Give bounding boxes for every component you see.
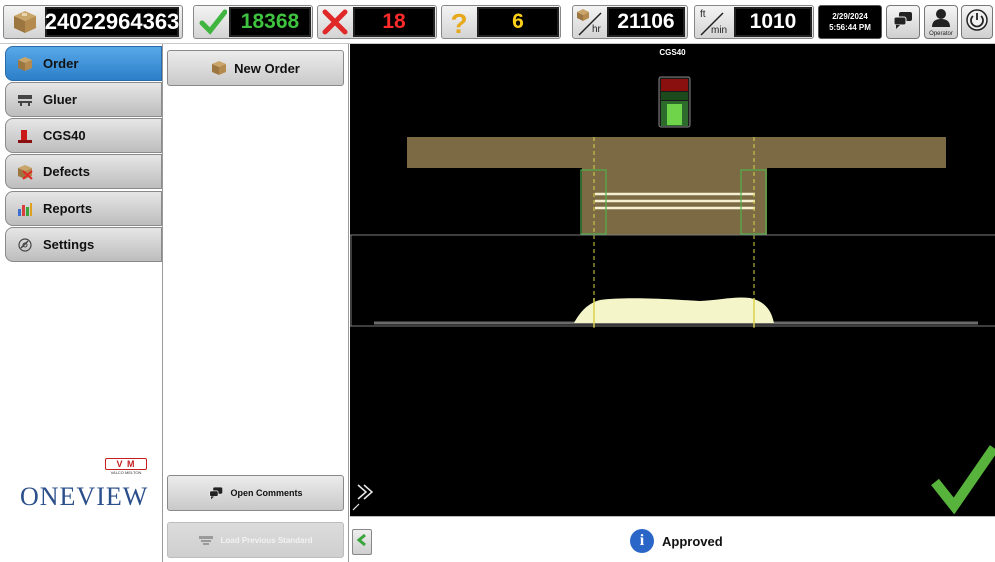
sidebar: Order Gluer CGS40 Defects Reports Settin… — [0, 44, 163, 562]
sidebar-item-gluer[interactable]: Gluer — [5, 82, 162, 117]
operator-button[interactable]: Operator — [924, 5, 958, 39]
sidebar-item-label: Defects — [43, 164, 90, 179]
comments-icon — [892, 10, 914, 35]
sidebar-item-reports[interactable]: Reports — [5, 191, 162, 226]
oneview-text: ONEVIEW — [20, 482, 149, 511]
power-button[interactable] — [961, 5, 993, 39]
sidebar-item-label: Reports — [43, 201, 93, 216]
datetime: 2/29/2024 5:56:44 PM — [818, 5, 882, 39]
defects-icon — [16, 164, 34, 180]
sidebar-item-settings[interactable]: Settings — [5, 227, 162, 262]
cgs40-icon — [16, 128, 34, 144]
app-window: 24022964363 18368 18 ? 6 hr 21106 ft min… — [0, 0, 995, 562]
question-mark-icon: ? — [444, 7, 474, 37]
load-previous-standard-button[interactable]: Load Previous Standard — [167, 522, 344, 558]
order-actions-panel: New Order Open Comments Load Previous St… — [163, 44, 349, 562]
glue-profile — [574, 297, 774, 323]
sidebar-item-label: Order — [43, 56, 79, 71]
date: 2/29/2024 — [832, 12, 868, 21]
new-order-button[interactable]: New Order — [167, 50, 344, 86]
load-previous-label: Load Previous Standard — [220, 535, 313, 545]
reject-count: 18 — [353, 7, 435, 37]
status-bar: i Approved — [350, 516, 995, 562]
operator-icon — [930, 7, 952, 34]
rate-unit: hr — [592, 24, 601, 35]
box-icon — [16, 56, 34, 72]
checkmark-icon — [198, 7, 228, 37]
gluer-icon — [16, 92, 34, 108]
rate-per-hour: 21106 — [607, 7, 685, 37]
valco-melton-logo: V M VALCO MELTON — [105, 458, 147, 476]
sidebar-item-order[interactable]: Order — [5, 46, 162, 81]
box-icon — [10, 7, 40, 37]
box-icon — [211, 60, 227, 76]
good-count: 18368 — [229, 7, 311, 37]
sidebar-item-defects[interactable]: Defects — [5, 154, 162, 189]
status-message: i Approved — [630, 529, 723, 553]
chevron-left-icon — [356, 533, 368, 552]
status-text: Approved — [662, 533, 723, 549]
inspection-canvas — [350, 76, 995, 515]
order-number[interactable]: 24022964363 — [45, 7, 179, 37]
carton-top — [407, 137, 946, 168]
checkmark-icon — [931, 445, 995, 515]
comments-button[interactable] — [886, 5, 920, 39]
back-button[interactable] — [352, 529, 372, 555]
svg-text:?: ? — [450, 8, 467, 37]
open-comments-label: Open Comments — [230, 488, 303, 498]
expand-chevrons-icon[interactable] — [352, 484, 374, 511]
conveyor-icon — [198, 535, 214, 545]
sidebar-item-cgs40[interactable]: CGS40 — [5, 118, 162, 153]
speed-unit-bottom: min — [711, 25, 728, 36]
operator-label: Operator — [929, 31, 953, 37]
sidebar-item-label: CGS40 — [43, 128, 86, 143]
new-order-label: New Order — [234, 60, 300, 76]
x-mark-icon — [320, 7, 350, 37]
power-icon — [965, 8, 989, 37]
info-icon: i — [630, 529, 654, 553]
open-comments-button[interactable]: Open Comments — [167, 475, 344, 511]
top-status-bar: 24022964363 18368 18 ? 6 hr 21106 ft min… — [0, 0, 995, 44]
unknown-count: 6 — [477, 7, 559, 37]
sidebar-item-label: Gluer — [43, 92, 77, 107]
speed-value: 1010 — [734, 7, 812, 37]
comments-icon — [208, 486, 224, 500]
inspection-viewer: CGS40 — [350, 44, 995, 516]
sensor-indicator — [658, 76, 691, 128]
time: 5:56:44 PM — [829, 23, 871, 32]
speed-unit-top: ft — [700, 9, 706, 20]
oneview-logo: ONEVIEW — [20, 482, 148, 512]
settings-icon — [16, 237, 34, 253]
sidebar-item-label: Settings — [43, 237, 95, 252]
bar-chart-icon — [16, 201, 34, 217]
